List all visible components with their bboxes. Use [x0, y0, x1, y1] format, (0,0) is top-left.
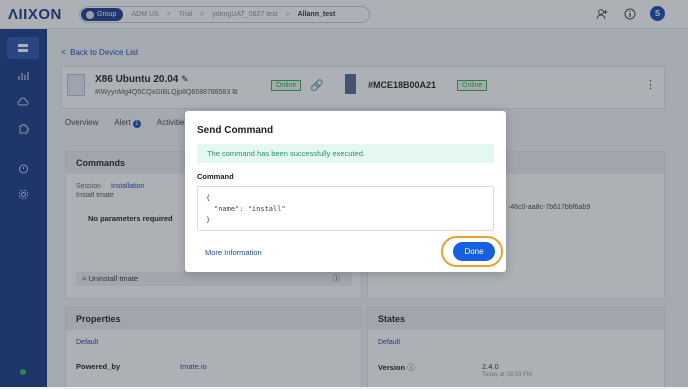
- command-label: Command: [197, 172, 234, 181]
- command-line: }: [206, 216, 211, 224]
- dialog-title: Send Command: [197, 125, 274, 136]
- command-editor[interactable]: { "name": "install" }: [197, 186, 494, 231]
- more-information-link[interactable]: More Information: [205, 248, 262, 257]
- success-alert: The command has been successfully execut…: [197, 144, 494, 163]
- done-button-highlight: [441, 236, 503, 267]
- command-line: {: [206, 194, 211, 202]
- command-line: "name": "install": [214, 205, 286, 213]
